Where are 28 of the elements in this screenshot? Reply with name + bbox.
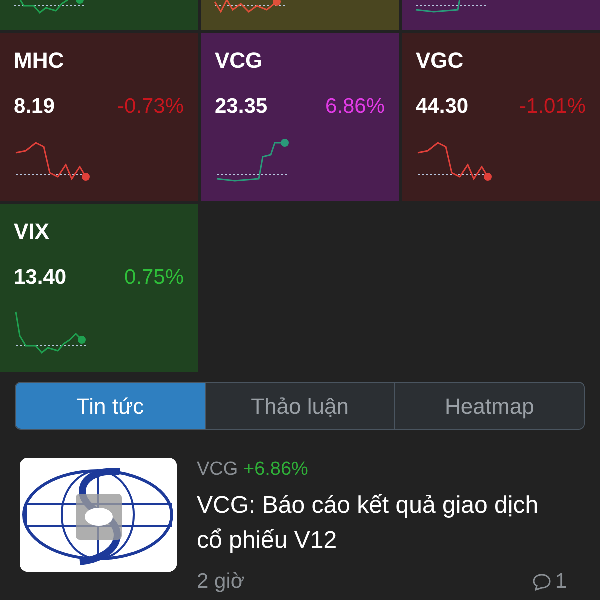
price-change: 0.75%	[124, 265, 184, 291]
price-change: -1.01%	[519, 94, 586, 120]
stock-tile[interactable]: MHC 8.19 -0.73%	[0, 33, 198, 201]
price-change: -0.73%	[117, 94, 184, 120]
price-change: +6.86%	[243, 459, 308, 480]
stock-symbol: MHC	[14, 47, 66, 75]
comment-icon[interactable]	[532, 572, 552, 591]
tab[interactable]: Thảo luận	[204, 383, 394, 429]
price-change: 6.86%	[325, 94, 385, 120]
stock-tile[interactable]: VGC 44.30 -1.01%	[402, 33, 600, 201]
stock-tile[interactable]	[0, 0, 198, 30]
tab[interactable]: Tin tức	[16, 383, 205, 429]
news-time: 2 giờ	[197, 569, 245, 595]
stock-tile[interactable]: VIX 13.40 0.75%	[0, 204, 198, 372]
stock-price: 44.30	[416, 94, 469, 120]
stock-symbol: VIX	[14, 218, 50, 246]
stock-symbol[interactable]: VCG	[197, 459, 238, 480]
stock-symbol: VGC	[416, 47, 465, 75]
tab[interactable]: Heatmap	[394, 383, 584, 429]
stock-tile[interactable]	[402, 0, 600, 30]
stock-tile[interactable]: VCG 23.35 6.86%	[201, 33, 399, 201]
stock-tile[interactable]	[201, 0, 399, 30]
stock-symbol: VCG	[215, 47, 264, 75]
stock-price: 23.35	[215, 94, 268, 120]
comment-count: 1	[555, 569, 567, 595]
stock-price: 8.19	[14, 94, 55, 120]
stock-price: 13.40	[14, 265, 67, 291]
news-title[interactable]: VCG: Báo cáo kết quả giao dịch cổ phiếu V12	[197, 488, 542, 558]
